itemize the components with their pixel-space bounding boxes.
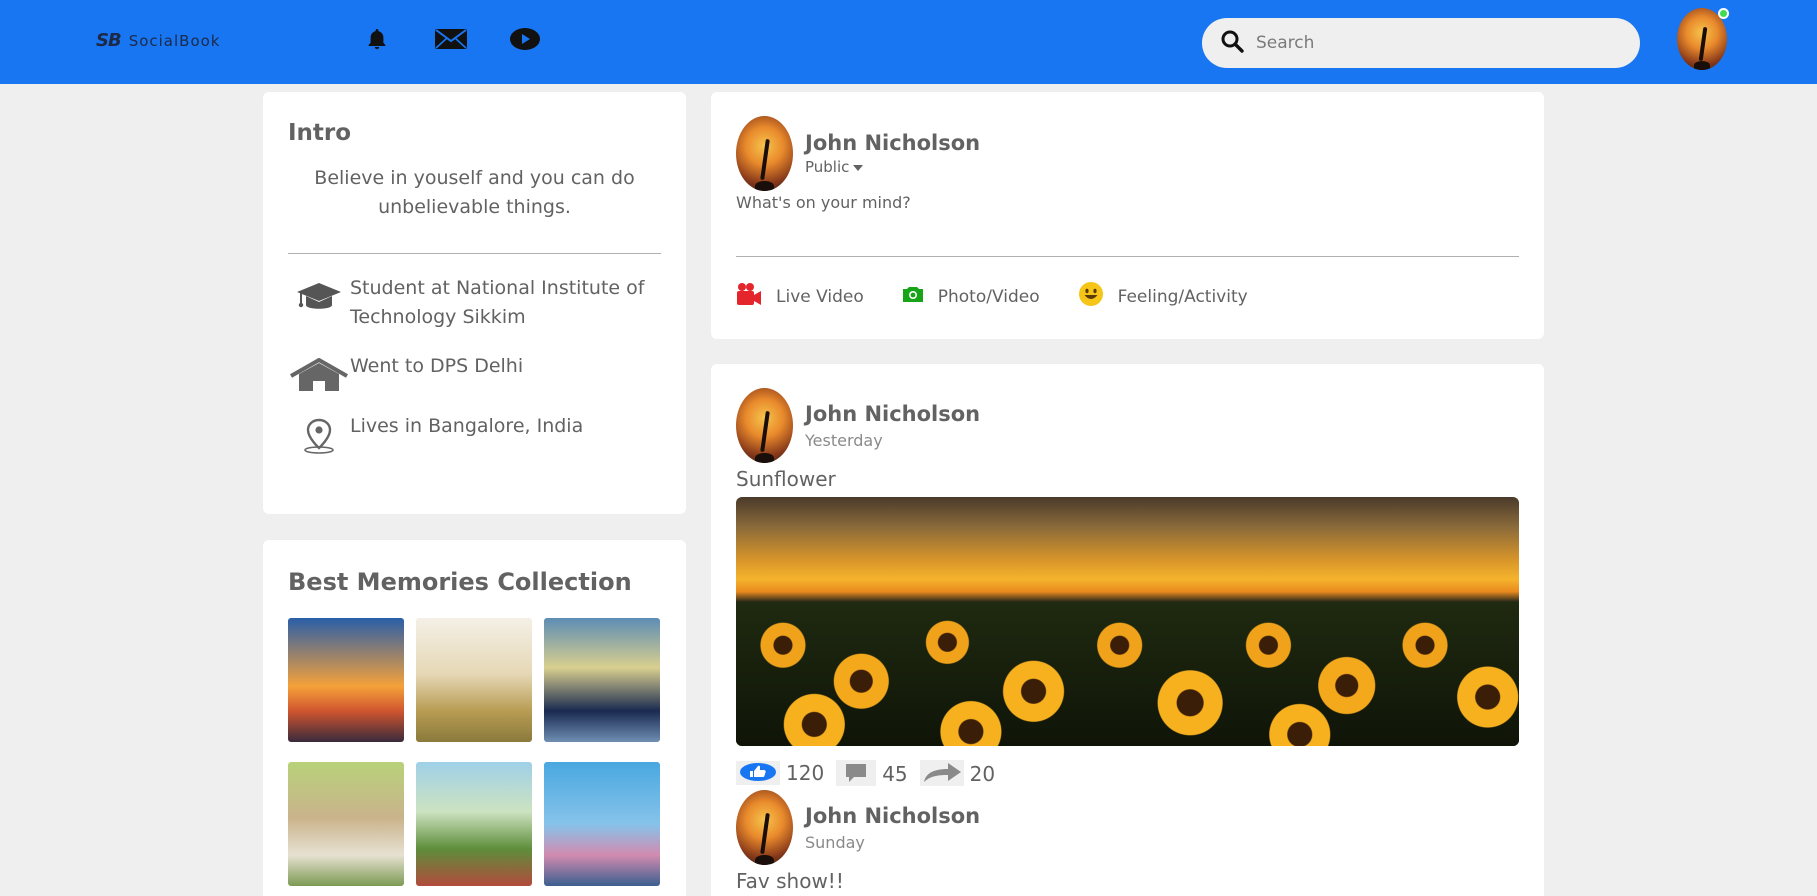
memory-photo-picnic[interactable]: [288, 762, 404, 886]
comment-icon: [836, 760, 877, 786]
post-text: Fav show!!: [736, 869, 844, 893]
memories-grid: [288, 618, 661, 886]
feeling-activity-button[interactable]: Feeling/Activity: [1078, 281, 1248, 312]
nav-icons: [360, 26, 542, 52]
memory-photo-beach-silhouette[interactable]: [544, 618, 660, 742]
top-navbar: SB SocialBook: [0, 0, 1817, 84]
like-button[interactable]: 120: [736, 761, 824, 785]
intro-item-school: Went to DPS Delhi: [288, 352, 661, 392]
post-author: John Nicholson Yesterday: [736, 388, 1519, 463]
video-play-icon[interactable]: [508, 26, 542, 52]
logo-text: SocialBook: [128, 31, 221, 50]
user-name[interactable]: John Nicholson: [805, 131, 980, 155]
divider: [288, 253, 661, 254]
online-status-indicator: [1718, 8, 1729, 19]
live-video-label: Live Video: [776, 286, 864, 307]
avatar[interactable]: [736, 388, 793, 463]
post-date: Sunday: [805, 832, 865, 852]
comment-button[interactable]: 45: [836, 760, 908, 786]
avatar[interactable]: [736, 790, 793, 865]
photo-video-label: Photo/Video: [937, 286, 1040, 307]
memory-photo-ocean-sunset[interactable]: [544, 762, 660, 886]
post: John Nicholson Sunday Fav show!!: [736, 790, 1519, 893]
share-count: 20: [969, 762, 996, 786]
intro-item-location: Lives in Bangalore, India: [288, 412, 661, 454]
search-input[interactable]: [1256, 33, 1596, 53]
intro-card: Intro Believe in youself and you can do …: [263, 92, 686, 514]
logo-mark: SB: [96, 30, 122, 51]
memories-title: Best Memories Collection: [288, 568, 632, 596]
graduation-cap-icon: [288, 274, 350, 314]
post-date: Yesterday: [805, 430, 883, 450]
user-name[interactable]: John Nicholson: [805, 804, 980, 828]
memory-photo-eiffel-tower[interactable]: [288, 618, 404, 742]
post-stats: 120 45 20: [736, 760, 1519, 786]
memories-card: Best Memories Collection: [263, 540, 686, 896]
intro-item-label: Went to DPS Delhi: [350, 355, 524, 377]
camera-icon: [902, 285, 924, 308]
house-icon: [288, 352, 350, 392]
logo[interactable]: SB SocialBook: [96, 30, 221, 51]
caret-down-icon: [853, 158, 864, 176]
post-image-sunflower-field[interactable]: [736, 497, 1519, 746]
mail-icon[interactable]: [434, 26, 468, 52]
post: John Nicholson Yesterday Sunflower 120 4…: [736, 388, 1519, 786]
memory-photo-family-field[interactable]: [416, 618, 532, 742]
share-icon: [919, 760, 964, 786]
live-video-button[interactable]: Live Video: [736, 281, 864, 312]
write-post-card: John Nicholson Public Live Video Photo/V…: [711, 92, 1544, 339]
intro-bio: Believe in youself and you can do unbeli…: [314, 167, 635, 218]
intro-item-education: Student at National Institute of Technol…: [288, 274, 661, 332]
comment-count: 45: [882, 762, 908, 786]
feed-card: John Nicholson Yesterday Sunflower 120 4…: [711, 364, 1544, 896]
privacy-dropdown[interactable]: Public: [805, 158, 980, 176]
intro-item-label: Lives in Bangalore, India: [350, 415, 584, 437]
privacy-label: Public: [805, 158, 850, 176]
bell-icon[interactable]: [360, 26, 394, 52]
like-count: 120: [786, 761, 825, 785]
location-pin-icon: [288, 412, 350, 454]
profile-avatar[interactable]: [1677, 8, 1729, 70]
video-camera-icon: [736, 282, 762, 311]
feeling-activity-label: Feeling/Activity: [1117, 286, 1248, 307]
share-button[interactable]: 20: [919, 760, 996, 786]
search-icon[interactable]: [1220, 29, 1244, 57]
post-actions: Live Video Photo/Video Feeling/Activity: [736, 281, 1519, 312]
post-author: John Nicholson Public: [736, 116, 1519, 191]
intro-title: Intro: [288, 120, 352, 146]
post-text: Sunflower: [736, 467, 836, 491]
intro-item-label: Student at National Institute of Technol…: [350, 277, 645, 328]
smile-icon: [1078, 281, 1104, 312]
avatar[interactable]: [736, 116, 793, 191]
user-name[interactable]: John Nicholson: [805, 402, 980, 426]
post-composer-input[interactable]: [736, 193, 1519, 257]
photo-video-button[interactable]: Photo/Video: [902, 281, 1040, 312]
search-box: [1202, 18, 1640, 68]
sunflower-field: [736, 601, 1519, 746]
thumbs-up-icon: [736, 761, 780, 785]
memory-photo-friends-picnic[interactable]: [416, 762, 532, 886]
post-author: John Nicholson Sunday: [736, 790, 1519, 865]
